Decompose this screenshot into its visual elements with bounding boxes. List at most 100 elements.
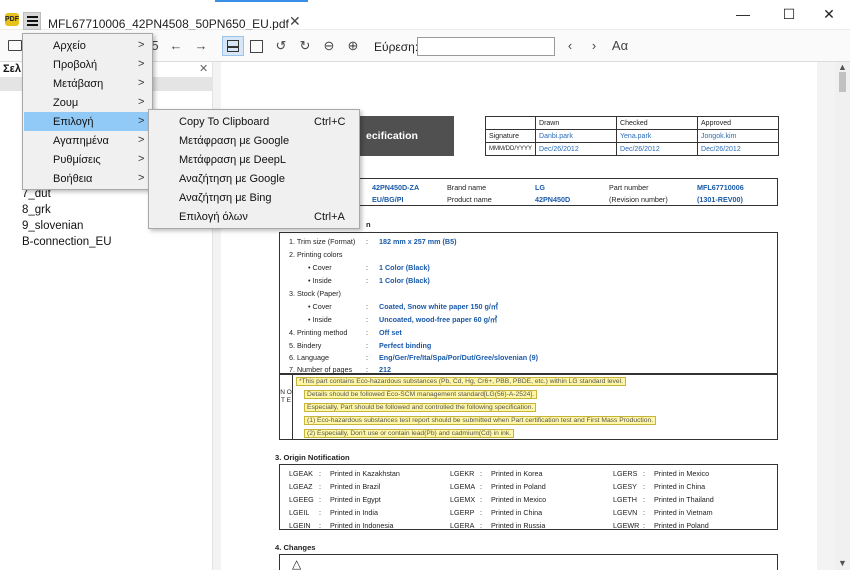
sidebar-item[interactable]: 8_grk (22, 204, 51, 216)
menu-item-label: Ρυθμίσεις (53, 154, 101, 166)
menu-item-zoom[interactable]: Ζουμ > (24, 93, 152, 112)
menu-item-help[interactable]: Βοήθεια > (24, 169, 152, 188)
selection-submenu: Copy To Clipboard Ctrl+C Μετάφραση με Goo… (148, 109, 360, 229)
spec-value: 182 mm x 257 mm (B5) (379, 237, 457, 246)
origin-place: Printed in Thailand (654, 495, 714, 504)
translate-deepl-item[interactable]: Μετάφραση με DeepL (150, 150, 358, 169)
open-folder-icon[interactable] (8, 40, 22, 51)
menu-item-settings[interactable]: Ρυθμίσεις > (24, 150, 152, 169)
origin-place: Printed in Poland (654, 521, 709, 530)
zoom-out-icon[interactable]: ⊖ (321, 38, 337, 54)
search-input[interactable] (417, 37, 555, 56)
scroll-up-icon[interactable]: ▲ (838, 62, 847, 72)
tab-close-icon[interactable]: ✕ (289, 13, 301, 30)
origin-place: Printed in Egypt (330, 495, 381, 504)
spec-colon: : (366, 353, 368, 362)
menu-item-label: Μετάβαση (53, 78, 104, 90)
find-next-icon[interactable]: › (586, 38, 602, 54)
shortcut-label: Ctrl+C (314, 116, 346, 128)
find-previous-icon[interactable]: ‹ (562, 38, 578, 54)
note-line: (1) Eco-hazardous substances test report… (304, 416, 657, 425)
origin-place: Printed in Mexico (491, 495, 547, 504)
window-close-icon[interactable]: ✕ (819, 6, 839, 23)
product-label: Product name (447, 195, 492, 204)
chevron-right-icon: > (138, 134, 145, 146)
sig-header: Drawn (535, 116, 618, 130)
search-bing-item[interactable]: Αναζήτηση με Bing (150, 188, 358, 207)
part-value: MFL67710006 (697, 183, 744, 192)
tab-accent (215, 0, 308, 2)
search-label: Εύρεση: (374, 40, 419, 54)
spec-colon: : (366, 276, 368, 285)
revision-value: (1301-REV00) (697, 195, 743, 204)
origin-code: LGEWR (613, 521, 640, 530)
origin-code: LGERS (613, 469, 638, 478)
origin-place: Printed in China (491, 508, 543, 517)
menu-item-selection[interactable]: Επιλογή > (24, 112, 152, 131)
sig-cell: Dec/26/2012 (535, 142, 618, 156)
spec-colon: : (366, 341, 368, 350)
submenu-label: Αναζήτηση με Google (179, 173, 285, 185)
spec-label: 7. Number of pages (289, 365, 353, 374)
spec-colon: : (366, 237, 368, 246)
origin-colon: : (319, 508, 321, 517)
search-google-item[interactable]: Αναζήτηση με Google (150, 169, 358, 188)
spec-value: 1 Color (Black) (379, 276, 430, 285)
translate-google-item[interactable]: Μετάφραση με Google (150, 131, 358, 150)
menu-item-go[interactable]: Μετάβαση > (24, 74, 152, 93)
sig-cell: Yena.park (616, 129, 699, 143)
spec-colon: : (366, 328, 368, 337)
sig-cell: Dec/26/2012 (697, 142, 780, 156)
origin-colon: : (319, 521, 321, 530)
spec-colon: : (366, 315, 368, 324)
hamburger-menu-icon[interactable] (23, 12, 41, 30)
menu-item-favorites[interactable]: Αγαπημένα > (24, 131, 152, 150)
spec-label: • Cover (308, 263, 332, 272)
back-arrow-icon[interactable]: ← (168, 38, 184, 54)
origin-code: LGEVN (613, 508, 638, 517)
spec-section-fragment: n (366, 220, 371, 229)
menu-item-view[interactable]: Προβολή > (24, 55, 152, 74)
document-tab-title[interactable]: MFL67710006_42PN4508_50PN650_EU.pdf (48, 17, 289, 31)
model-info-box: 42PN450D-ZA EU/BG/PI Brand name LG Produ… (354, 178, 778, 206)
single-page-icon[interactable] (250, 40, 263, 53)
menu-item-label: Αγαπημένα (53, 135, 109, 147)
rotate-right-icon[interactable]: ↻ (297, 38, 313, 54)
rotate-left-icon[interactable]: ↺ (273, 38, 289, 54)
origin-colon: : (643, 469, 645, 478)
main-menu: Αρχείο > Προβολή > Μετάβαση > Ζουμ > Επιλογή… (22, 33, 153, 190)
sidebar-close-icon[interactable]: ✕ (199, 62, 208, 75)
submenu-label: Μετάφραση με Google (179, 135, 290, 147)
submenu-label: Αναζήτηση με Bing (179, 192, 272, 204)
note-line: Details should be followed Eco-SCM manag… (304, 390, 538, 399)
chevron-right-icon: > (138, 115, 145, 127)
sig-header: Approved (697, 116, 780, 130)
scroll-thumb[interactable] (839, 72, 846, 92)
maximize-icon[interactable]: ☐ (779, 6, 799, 23)
sig-cell: Dec/26/2012 (616, 142, 699, 156)
sig-row-label: MMM/DD/YYYY (484, 142, 537, 156)
sidebar-item[interactable]: 9_slovenian (22, 220, 83, 232)
select-all-item[interactable]: Επιλογή όλων Ctrl+A (150, 207, 358, 226)
scroll-down-icon[interactable]: ▼ (838, 558, 847, 568)
spec-label: • Cover (308, 302, 332, 311)
continuous-view-icon[interactable] (222, 36, 244, 56)
menu-item-file[interactable]: Αρχείο > (24, 36, 152, 55)
sidebar-item[interactable]: B-connection_EU (22, 236, 112, 248)
minimize-icon[interactable]: — (733, 6, 753, 22)
model-value: 42PN450D-ZA (372, 183, 420, 192)
match-case-icon[interactable]: Aα (609, 38, 631, 54)
note-line: Especially, Part should be followed and … (304, 403, 537, 412)
copy-to-clipboard-item[interactable]: Copy To Clipboard Ctrl+C (150, 112, 358, 131)
zoom-in-icon[interactable]: ⊕ (345, 38, 361, 54)
product-value: 42PN450D (535, 195, 571, 204)
origin-colon: : (480, 495, 482, 504)
origin-code: LGEAZ (289, 482, 313, 491)
forward-arrow-icon[interactable]: → (193, 38, 209, 54)
spec-value: Off set (379, 328, 402, 337)
sig-row-label: Signature (484, 129, 537, 143)
revision-label: (Revision number) (609, 195, 668, 204)
vertical-scrollbar[interactable]: ▲ ▼ (835, 62, 850, 570)
origin-code: LGEAK (289, 469, 313, 478)
spec-colon: : (366, 263, 368, 272)
